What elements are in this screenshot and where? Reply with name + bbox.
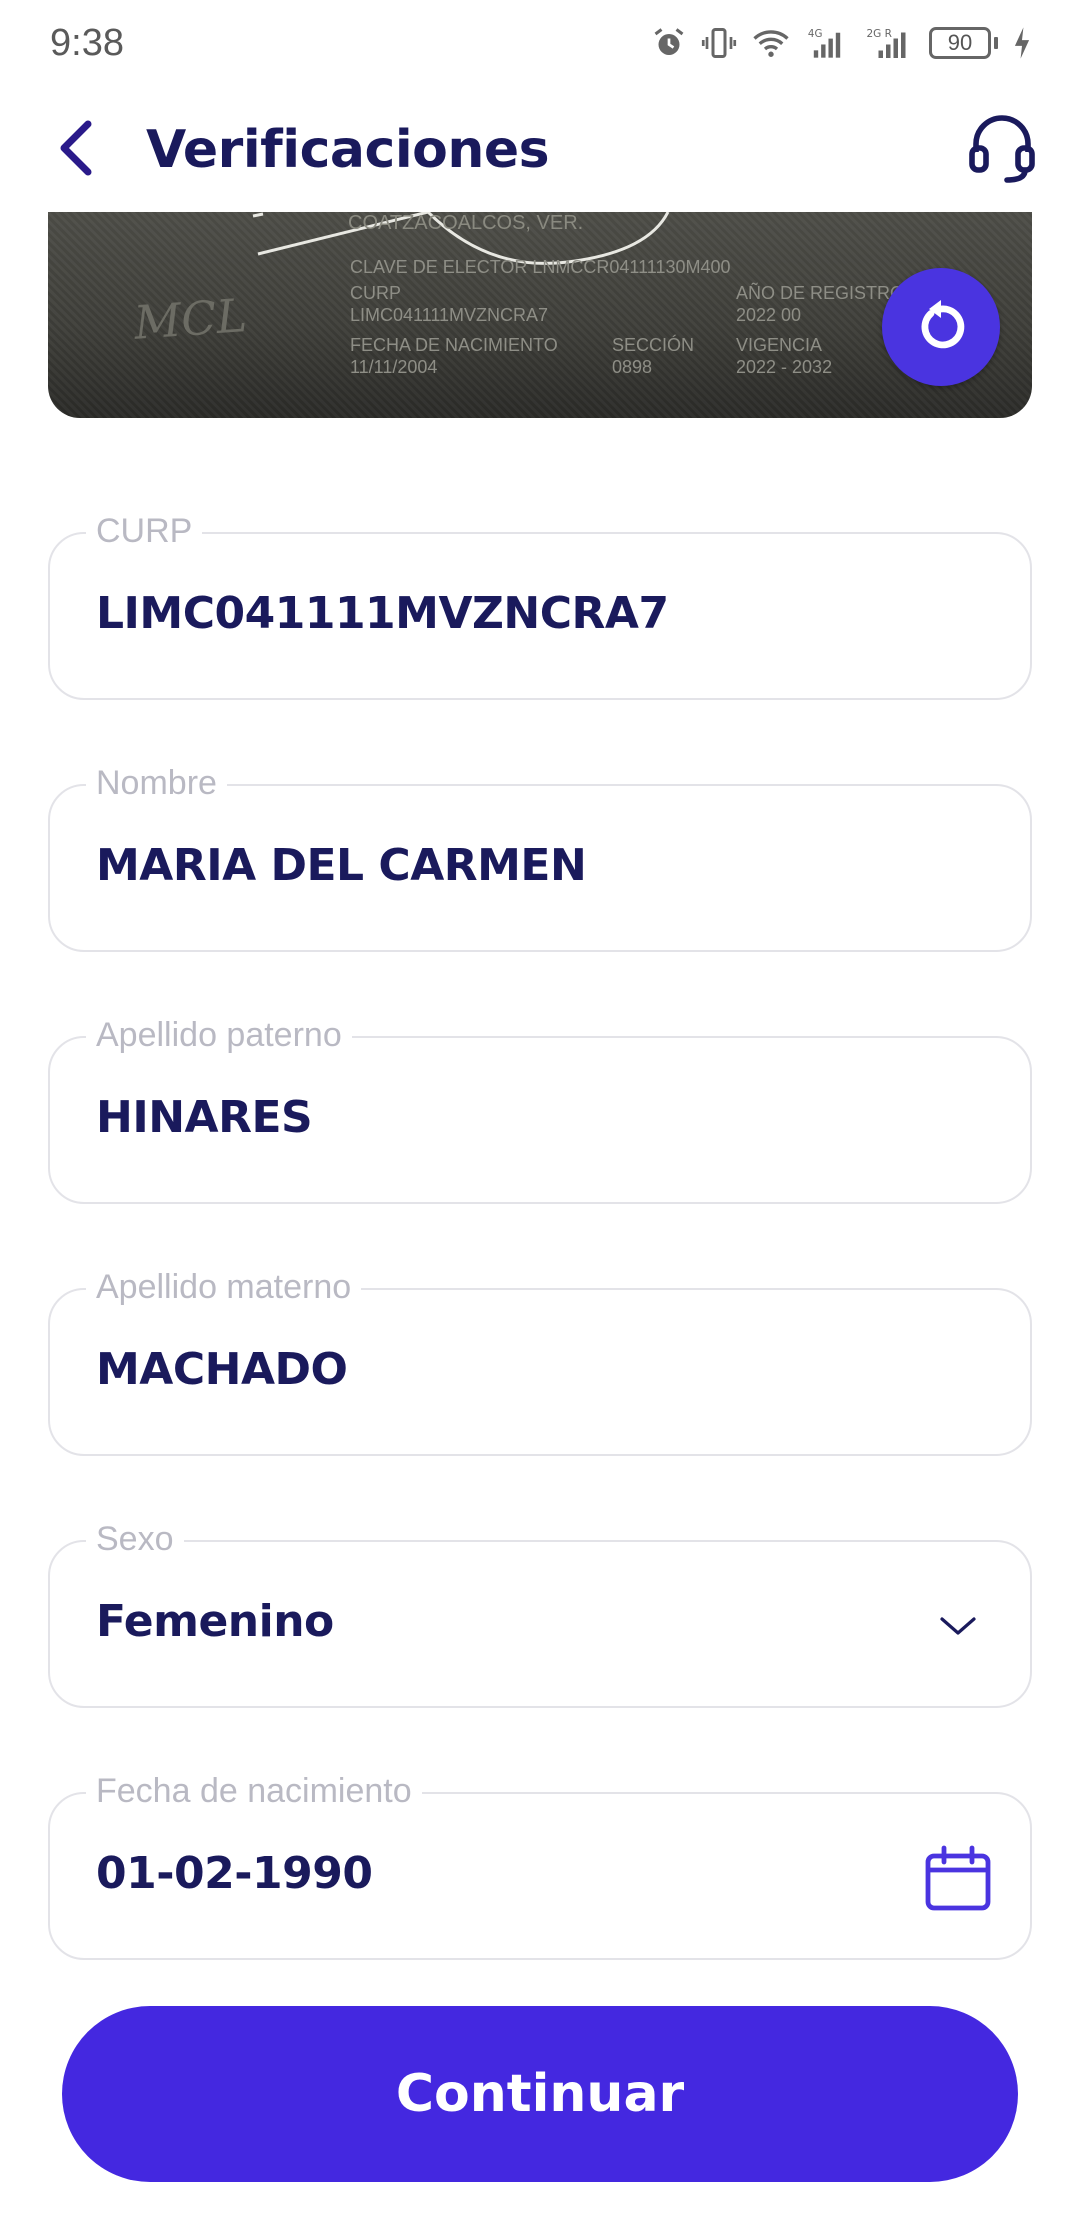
status-time: 9:38 — [50, 21, 124, 64]
apellido-paterno-value: HINARES — [96, 1092, 313, 1143]
id-card-image: MCL COATZACOALCOS, VER. CLAVE DE ELECTOR… — [48, 212, 1032, 418]
id-card-signature: MCL — [132, 288, 249, 350]
fecha-nacimiento-field[interactable]: Fecha de nacimiento 01-02-1990 — [48, 1772, 1032, 1960]
wifi-icon — [751, 25, 791, 61]
curp-field[interactable]: CURP LIMC041111MVZNCRA7 — [48, 512, 1032, 700]
alarm-icon — [651, 25, 687, 61]
id-card-text: AÑO DE REGISTRO — [736, 283, 905, 303]
id-card-text: LIMC041111MVZNCRA7 — [350, 305, 549, 325]
apellido-materno-field[interactable]: Apellido materno MACHADO — [48, 1268, 1032, 1456]
screen: 9:38 4G 2G R 90 Verificaciones MCL COATZ… — [0, 0, 1080, 2240]
svg-text:2G R: 2G R — [867, 28, 892, 40]
apellido-paterno-field[interactable]: Apellido paterno HINARES — [48, 1016, 1032, 1204]
status-bar: 9:38 4G 2G R 90 — [0, 0, 1080, 86]
chevron-down-icon — [920, 1588, 996, 1664]
id-card-text: FECHA DE NACIMIENTO — [350, 335, 558, 355]
signal-4g-icon: 4G — [805, 25, 849, 61]
sexo-select[interactable]: Sexo Femenino — [48, 1520, 1032, 1708]
fecha-nacimiento-value: 01-02-1990 — [96, 1848, 373, 1899]
charging-icon — [1012, 26, 1032, 60]
id-card-text: COATZACOALCOS, VER. — [348, 212, 584, 234]
nombre-label: Nombre — [86, 764, 227, 803]
vibrate-icon — [701, 25, 737, 61]
continue-button[interactable]: Continuar — [62, 2006, 1018, 2182]
id-card-text: SECCIÓN — [612, 335, 695, 355]
id-card-text: CLAVE DE ELECTOR LNMCCR04111130M400 — [350, 257, 731, 277]
status-icons: 4G 2G R 90 — [651, 25, 1032, 61]
app-header: Verificaciones — [0, 100, 1080, 200]
id-card-text: CURP — [350, 283, 402, 303]
curp-value: LIMC041111MVZNCRA7 — [96, 588, 669, 639]
headset-icon — [968, 112, 1036, 188]
chevron-left-icon — [56, 118, 96, 182]
id-card-text: 0898 — [612, 357, 653, 377]
apellido-paterno-label: Apellido paterno — [86, 1016, 352, 1055]
nombre-field[interactable]: Nombre MARIA DEL CARMEN — [48, 764, 1032, 952]
support-button[interactable] — [964, 110, 1040, 190]
id-card-text: 2022 - 2032 — [736, 357, 833, 377]
apellido-materno-value: MACHADO — [96, 1344, 348, 1395]
sexo-label: Sexo — [86, 1520, 184, 1559]
back-button[interactable] — [46, 118, 106, 182]
id-card-text: 2022 00 — [736, 305, 802, 325]
battery-level: 90 — [929, 27, 991, 59]
svg-text:4G: 4G — [808, 28, 823, 40]
curp-label: CURP — [86, 512, 203, 551]
nombre-value: MARIA DEL CARMEN — [96, 840, 587, 891]
fecha-nacimiento-label: Fecha de nacimiento — [86, 1772, 422, 1811]
apellido-materno-label: Apellido materno — [86, 1268, 362, 1307]
retake-photo-button[interactable] — [882, 268, 1000, 386]
battery-icon: 90 — [929, 27, 998, 59]
calendar-icon[interactable] — [920, 1840, 996, 1916]
signal-2g-icon: 2G R — [863, 25, 915, 61]
sexo-value: Femenino — [96, 1596, 334, 1647]
id-card-text: VIGENCIA — [736, 335, 823, 355]
id-card-text: 11/11/2004 — [350, 357, 438, 377]
refresh-icon — [913, 297, 969, 357]
page-title: Verificaciones — [146, 120, 550, 180]
